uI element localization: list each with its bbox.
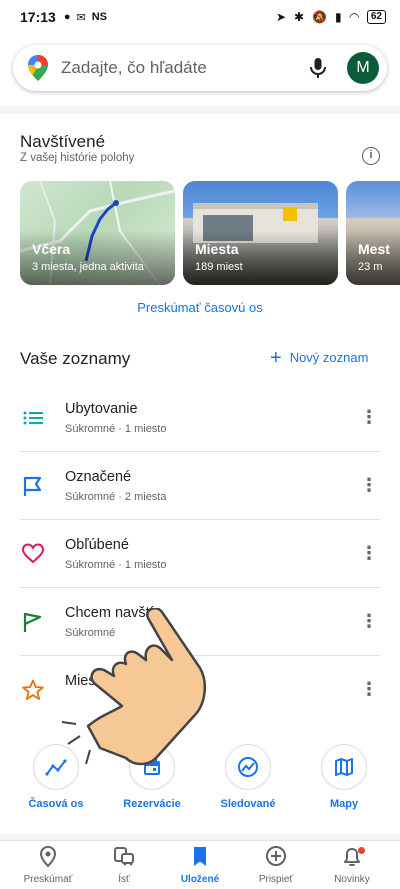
card-subtitle: 189 miest [195, 261, 243, 273]
list-item-oznacene[interactable]: Označené Súkromné · 2 miesta ⋮ [0, 455, 400, 523]
quick-maps-button[interactable]: Mapy [299, 744, 389, 810]
status-time: 17:13 [20, 9, 56, 25]
location-pin-icon [39, 845, 57, 868]
mute-icon: 🔕 [312, 10, 328, 24]
location-arrow-icon: ➤ [275, 10, 287, 24]
card-title: Miesta [195, 241, 239, 257]
ns-label: NS [91, 11, 107, 23]
battery-icon: 62 [366, 10, 386, 24]
quick-label: Mapy [329, 798, 359, 810]
star-icon [22, 679, 44, 700]
nav-label: Novinky [334, 874, 370, 885]
visited-subtitle: Z vašej histórie polohy [20, 152, 135, 164]
nav-label: Uložené [180, 874, 220, 885]
status-left-icons: ● ✉ NS [64, 11, 107, 24]
avatar[interactable]: M [347, 52, 379, 84]
visited-title: Navštívené [20, 132, 106, 151]
visited-card-places[interactable]: Miesta 189 miest [183, 181, 338, 285]
nav-explore[interactable]: Preskúmať [10, 845, 86, 885]
list-item-ubytovanie[interactable]: Ubytovanie Súkromné · 1 miesto ⋮ [0, 387, 400, 455]
bluetooth-icon: ✱ [294, 10, 305, 24]
bookmark-icon [194, 847, 206, 866]
quick-label: Rezervácie [123, 798, 181, 810]
list-item-title: Ubytovanie [65, 401, 138, 417]
spotify-icon: ● [63, 11, 71, 23]
list-item-title: Obľúbené [65, 537, 129, 553]
visited-card-cities[interactable]: Mest 23 m [346, 181, 400, 285]
list-icon [23, 411, 43, 425]
new-list-label: Nový zoznam [289, 350, 369, 365]
mail-icon: ✉ [76, 11, 86, 24]
notification-dot [358, 847, 365, 854]
microphone-icon[interactable] [307, 57, 329, 79]
card-shade [183, 230, 338, 285]
visited-card-yesterday[interactable]: Včera 3 miesta, jedna aktivita [20, 181, 175, 285]
maps-logo-icon [28, 55, 48, 81]
pointing-hand-icon [61, 608, 207, 766]
wifi-icon: ◠ [349, 10, 359, 24]
nav-label: Prispieť [258, 874, 294, 885]
more-vert-icon[interactable]: ⋮ [360, 541, 378, 565]
quick-label: Sledované [220, 798, 276, 810]
followed-icon [225, 744, 271, 790]
quick-label: Časová os [28, 798, 84, 810]
list-item-subtitle: Súkromné · 1 miesto [65, 423, 167, 435]
add-circle-icon [266, 846, 286, 866]
search-input[interactable]: Zadajte, čo hľadáte [61, 58, 307, 78]
nav-saved[interactable]: Uložené [162, 845, 238, 885]
more-vert-icon[interactable]: ⋮ [360, 609, 378, 633]
divider [20, 451, 380, 452]
plus-icon: + [270, 346, 282, 369]
card-title: Mest [358, 241, 390, 257]
divider [20, 519, 380, 520]
flag-outline-icon [23, 476, 42, 496]
green-flag-icon [23, 612, 42, 632]
info-icon[interactable]: i [362, 147, 380, 165]
list-item-subtitle: Súkromné · 2 miesta [65, 491, 167, 503]
more-vert-icon[interactable]: ⋮ [360, 677, 378, 701]
list-item-title: Označené [65, 469, 132, 485]
quick-followed-button[interactable]: Sledované [203, 744, 293, 810]
list-item-subtitle: Súkromné · 1 miesto [65, 559, 167, 571]
lists-title: Vaše zoznamy [20, 349, 131, 368]
card-title: Včera [32, 241, 71, 257]
more-vert-icon[interactable]: ⋮ [360, 405, 378, 429]
commute-icon [114, 847, 134, 866]
divider [0, 106, 400, 114]
visited-cards: Včera 3 miesta, jedna aktivita Miesta 18… [20, 181, 400, 285]
bottom-navigation: Preskúmať Ísť Uložené Prispieť Novinky [0, 840, 400, 889]
nav-updates[interactable]: Novinky [314, 845, 390, 885]
search-bar[interactable]: Zadajte, čo hľadáte M [13, 45, 387, 91]
divider [20, 587, 380, 588]
list-item-oblubene[interactable]: Obľúbené Súkromné · 1 miesto ⋮ [0, 523, 400, 591]
heart-icon [22, 543, 44, 564]
card-subtitle: 23 m [358, 261, 383, 273]
explore-timeline-link[interactable]: Preskúmať časovú os [0, 300, 400, 315]
map-icon [321, 744, 367, 790]
signal-icon: ▮ [335, 10, 342, 24]
card-shade [346, 230, 400, 285]
more-vert-icon[interactable]: ⋮ [360, 473, 378, 497]
nav-label: Preskúmať [23, 874, 73, 885]
nav-contribute[interactable]: Prispieť [238, 845, 314, 885]
nav-label: Ísť [118, 874, 130, 885]
nav-go[interactable]: Ísť [86, 845, 162, 885]
card-subtitle: 3 miesta, jedna aktivita [32, 261, 144, 273]
new-list-button[interactable]: + Nový zoznam [270, 346, 369, 369]
status-bar: 17:13 ● ✉ NS ➤ ✱ 🔕 ▮ ◠ 62 [0, 0, 400, 34]
card-shade [20, 230, 175, 285]
status-right-icons: ➤ ✱ 🔕 ▮ ◠ 62 [276, 10, 386, 24]
